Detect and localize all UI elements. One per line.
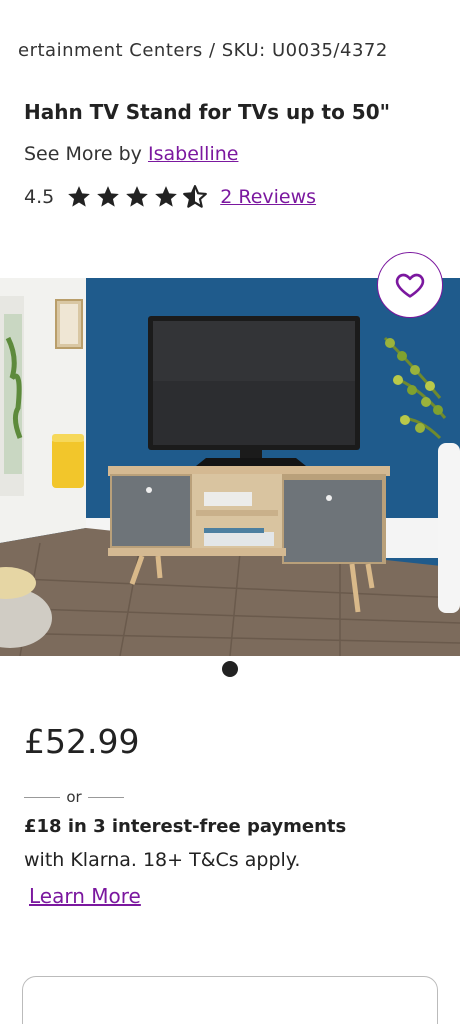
- star-icon: [68, 186, 91, 207]
- klarna-note: with Klarna. 18+ T&Cs apply.: [24, 849, 301, 871]
- breadcrumb[interactable]: ertainment Centers / SKU: U0035/4372: [18, 38, 458, 62]
- product-title: Hahn TV Stand for TVs up to 50": [24, 100, 391, 124]
- see-more-row: See More by Isabelline: [24, 143, 238, 165]
- brand-link[interactable]: Isabelline: [148, 143, 238, 165]
- heart-icon: [395, 273, 425, 298]
- divider-line: [24, 796, 61, 798]
- star-icon: [155, 186, 178, 207]
- reviews-link[interactable]: 2 Reviews: [220, 186, 316, 208]
- divider-line: [87, 796, 124, 798]
- or-divider: or: [24, 786, 124, 808]
- carousel-dot-active[interactable]: [222, 661, 238, 677]
- rating-value: 4.5: [24, 186, 55, 208]
- product-photo: [0, 278, 460, 656]
- see-more-label: See More by: [24, 143, 142, 165]
- learn-more-link[interactable]: Learn More: [29, 884, 141, 908]
- rating-row: 4.5 2 Reviews: [24, 182, 316, 212]
- breadcrumb-text: ertainment Centers / SKU: U0035/4372: [18, 40, 388, 61]
- star-icon: [97, 186, 120, 207]
- or-label: or: [66, 788, 82, 806]
- rating-stars: [66, 184, 208, 210]
- favorite-button[interactable]: [377, 252, 443, 318]
- product-price: £52.99: [24, 722, 140, 761]
- star-icon: [126, 186, 149, 207]
- product-image[interactable]: [0, 278, 460, 656]
- option-card[interactable]: [22, 976, 438, 1024]
- half-star-icon: [183, 185, 208, 208]
- installment-offer: £18 in 3 interest-free payments: [24, 816, 347, 837]
